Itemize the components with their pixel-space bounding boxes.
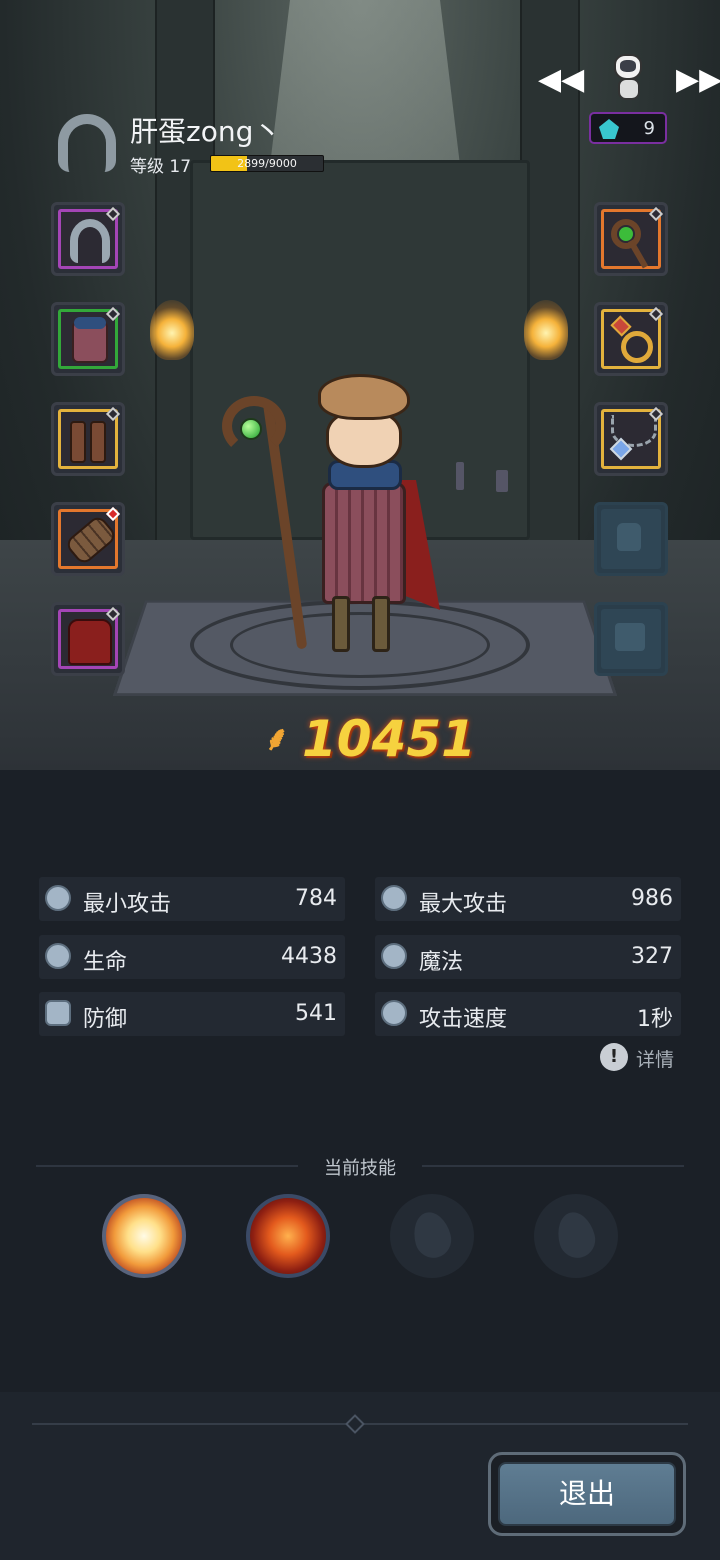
gem-count: 9 bbox=[643, 118, 655, 139]
stat-label: 攻击速度 bbox=[419, 1007, 508, 1032]
stat-label: 生命 bbox=[83, 950, 128, 975]
staff-gem-icon bbox=[619, 227, 633, 241]
boot-icon bbox=[70, 421, 86, 463]
gem-counter[interactable]: 9 bbox=[589, 112, 667, 144]
stat-value: 541 bbox=[295, 1001, 337, 1026]
stat-min-attack: 最小攻击 784 bbox=[39, 877, 345, 921]
previous-pet-button[interactable]: ◀◀ bbox=[538, 64, 584, 96]
player-name: 肝蛋zong丶 bbox=[130, 115, 282, 148]
skills-title: 当前技能 bbox=[324, 1158, 396, 1179]
xp-text: 2899/9000 bbox=[237, 157, 297, 170]
stat-attack-speed: 攻击速度 1秒 bbox=[375, 992, 681, 1036]
equip-slot-locked[interactable] bbox=[594, 502, 668, 576]
hero-hair bbox=[318, 374, 410, 420]
equip-slot-hood[interactable] bbox=[51, 202, 125, 276]
stat-value: 327 bbox=[631, 944, 673, 969]
stat-magic: 魔法 327 bbox=[375, 935, 681, 979]
equip-slot-ring[interactable] bbox=[594, 302, 668, 376]
skill-slot-empty[interactable] bbox=[534, 1194, 618, 1278]
shield-icon bbox=[45, 1000, 71, 1026]
details-label: 详情 bbox=[636, 1049, 675, 1071]
hero-character bbox=[222, 370, 460, 660]
equip-slot-locked[interactable] bbox=[594, 602, 668, 676]
combat-power-value: 10451 bbox=[302, 710, 476, 768]
skill-slot-explosion[interactable] bbox=[102, 1194, 186, 1278]
divider-line bbox=[36, 1165, 298, 1167]
equip-slot-boots[interactable] bbox=[51, 402, 125, 476]
equip-slot-weapon[interactable] bbox=[594, 202, 668, 276]
next-pet-button[interactable]: ▶▶ bbox=[676, 64, 720, 96]
hood-icon bbox=[58, 114, 116, 172]
speed-icon bbox=[381, 1000, 407, 1026]
skill-slot-fire-vortex[interactable] bbox=[246, 1194, 330, 1278]
ring-icon bbox=[621, 331, 653, 363]
relic-silhouette-icon bbox=[615, 623, 645, 651]
xp-bar: 2899/9000 bbox=[210, 155, 324, 172]
skill-slot-empty[interactable] bbox=[390, 1194, 474, 1278]
hero-leg bbox=[372, 596, 390, 652]
divider-line bbox=[422, 1165, 684, 1167]
magic-icon bbox=[381, 943, 407, 969]
sword-icon bbox=[381, 885, 407, 911]
boot-icon bbox=[90, 421, 106, 463]
scarf-icon bbox=[74, 317, 106, 329]
heart-icon bbox=[45, 943, 71, 969]
stat-label: 最大攻击 bbox=[419, 892, 508, 917]
sword-icon bbox=[45, 885, 71, 911]
pet-dog-icon[interactable] bbox=[608, 54, 648, 102]
stat-health: 生命 4438 bbox=[39, 935, 345, 979]
stat-label: 魔法 bbox=[419, 950, 464, 975]
flame-placeholder-icon bbox=[408, 1208, 456, 1262]
stat-value: 1秒 bbox=[637, 1007, 673, 1032]
cape-icon bbox=[68, 619, 112, 665]
hero-leg bbox=[332, 596, 350, 652]
gem-icon bbox=[599, 119, 619, 139]
equip-slot-robe[interactable] bbox=[51, 302, 125, 376]
character-screen: 肝蛋zong丶 等级 17 2899/9000 ◀◀ ▶▶ 9 ⸙ 10451 … bbox=[0, 0, 720, 1560]
info-icon: ! bbox=[600, 1043, 628, 1071]
equip-slot-bracer[interactable] bbox=[51, 502, 125, 576]
stat-max-attack: 最大攻击 986 bbox=[375, 877, 681, 921]
player-avatar[interactable] bbox=[56, 110, 120, 174]
player-level: 等级 17 bbox=[130, 157, 192, 177]
candle bbox=[496, 470, 508, 492]
stat-defense: 防御 541 bbox=[39, 992, 345, 1036]
hood-icon bbox=[70, 219, 110, 263]
torch-left bbox=[150, 300, 194, 360]
flame-placeholder-icon bbox=[552, 1208, 600, 1262]
pet-body bbox=[618, 78, 640, 100]
pet-mask bbox=[620, 60, 636, 72]
exit-button[interactable]: 退出 bbox=[488, 1452, 686, 1536]
stat-value: 784 bbox=[295, 886, 337, 911]
stat-value: 4438 bbox=[281, 944, 337, 969]
amulet-silhouette-icon bbox=[617, 523, 641, 551]
stat-label: 防御 bbox=[83, 1007, 128, 1032]
stat-label: 最小攻击 bbox=[83, 892, 172, 917]
equip-slot-cape[interactable] bbox=[51, 602, 125, 676]
power-icon: ⸙ bbox=[264, 719, 290, 759]
stat-value: 986 bbox=[631, 886, 673, 911]
equip-slot-necklace[interactable] bbox=[594, 402, 668, 476]
combat-power: ⸙ 10451 bbox=[258, 708, 476, 772]
hero-robe bbox=[322, 482, 406, 604]
exit-button-label: 退出 bbox=[558, 1477, 615, 1510]
torch-right bbox=[524, 300, 568, 360]
staff-gem bbox=[240, 418, 262, 440]
